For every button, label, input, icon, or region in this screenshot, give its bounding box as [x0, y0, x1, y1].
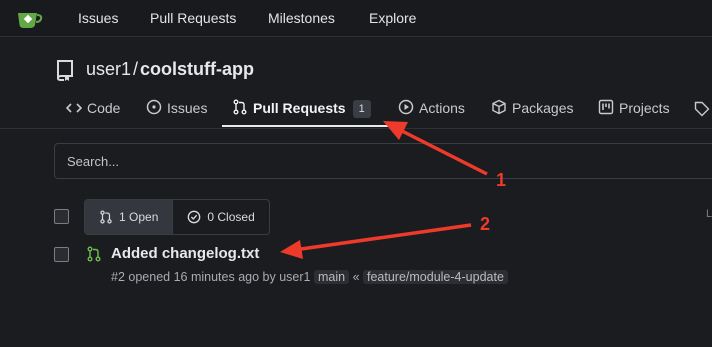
search-box — [54, 143, 712, 179]
annotation-arrow-2 — [280, 223, 472, 259]
pull-request-icon — [100, 210, 112, 224]
tab-code[interactable]: Code — [65, 91, 121, 126]
pr-number[interactable]: #2 — [111, 270, 125, 284]
repo-name-link[interactable]: coolstuff-app — [140, 59, 254, 79]
tab-pull-requests[interactable]: Pull Requests 1 — [222, 91, 391, 127]
repo-separator: / — [133, 59, 139, 79]
tab-pull-requests-label: Pull Requests — [253, 100, 346, 116]
truncated-label: L — [706, 208, 712, 220]
pr-author-link[interactable]: user1 — [279, 270, 310, 284]
select-all-checkbox[interactable] — [54, 209, 69, 224]
source-branch-label[interactable]: feature/module-4-update — [363, 270, 508, 284]
pr-opened-text: opened 16 minutes ago by — [128, 270, 276, 284]
issue-icon — [146, 99, 162, 115]
project-icon — [598, 99, 614, 115]
tab-issues[interactable]: Issues — [146, 91, 207, 126]
nav-milestones[interactable]: Milestones — [268, 0, 335, 36]
tab-projects[interactable]: Projects — [598, 91, 670, 126]
pr-row-checkbox[interactable] — [54, 247, 69, 262]
package-icon — [492, 99, 506, 115]
search-input[interactable] — [55, 144, 712, 178]
nav-explore[interactable]: Explore — [369, 0, 416, 36]
code-icon — [65, 103, 83, 113]
pull-requests-count-badge: 1 — [352, 100, 371, 118]
tab-code-label: Code — [87, 100, 121, 116]
pull-request-icon — [233, 99, 247, 115]
tab-actions-label: Actions — [419, 100, 465, 116]
pr-meta: #2 opened 16 minutes ago by user1 main «… — [111, 270, 508, 284]
gitea-tea-icon[interactable] — [15, 6, 43, 30]
open-filter-button[interactable]: 1 Open — [85, 200, 174, 234]
closed-filter-button[interactable]: 0 Closed — [173, 200, 268, 234]
open-filter-label: 1 Open — [119, 210, 159, 224]
check-circle-icon — [188, 210, 201, 224]
repo-title: user1/coolstuff-app — [86, 59, 254, 80]
tab-projects-label: Projects — [619, 100, 670, 116]
open-pull-request-icon — [87, 246, 101, 262]
annotation-label-2: 2 — [480, 214, 490, 234]
repo-icon — [57, 60, 73, 81]
closed-filter-label: 0 Closed — [207, 210, 255, 224]
tag-icon[interactable] — [694, 101, 710, 117]
repo-owner-link[interactable]: user1 — [86, 59, 131, 79]
tab-packages-label: Packages — [512, 100, 574, 116]
pr-title-link[interactable]: Added changelog.txt — [111, 245, 259, 262]
repo-tabs: Code Issues Pull Requests 1 Actions Packa… — [0, 91, 712, 129]
top-navbar: Issues Pull Requests Milestones Explore — [0, 0, 712, 37]
target-branch-label[interactable]: main — [313, 270, 350, 284]
nav-pull-requests[interactable]: Pull Requests — [150, 0, 236, 36]
play-icon — [398, 99, 414, 115]
merge-direction-symbol: « — [352, 270, 360, 284]
state-filter-group: 1 Open 0 Closed — [84, 199, 270, 235]
tab-actions[interactable]: Actions — [398, 91, 465, 126]
nav-issues[interactable]: Issues — [78, 0, 118, 36]
tab-packages[interactable]: Packages — [491, 91, 573, 126]
tab-issues-label: Issues — [167, 100, 208, 116]
